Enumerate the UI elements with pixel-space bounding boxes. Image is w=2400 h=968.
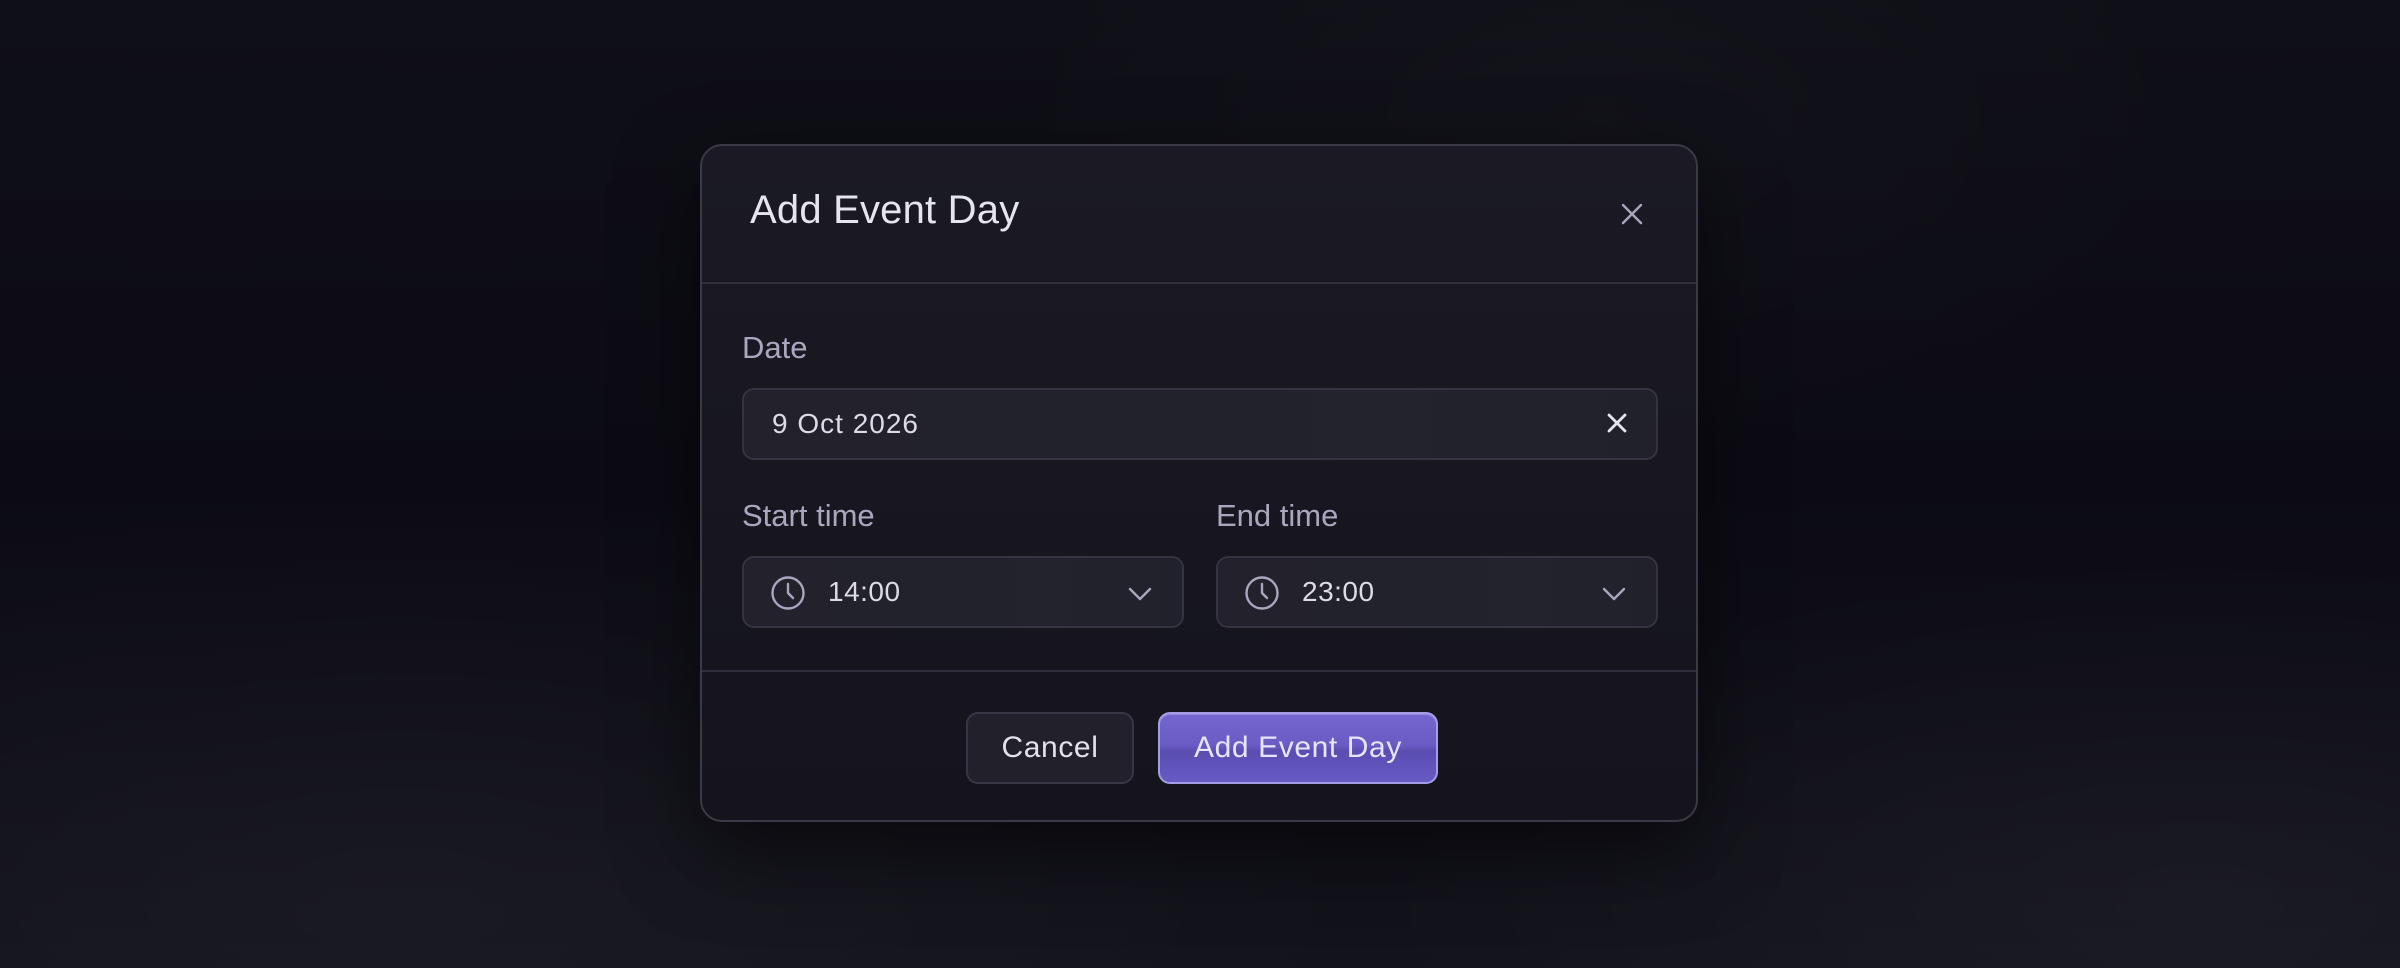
footer-divider: [702, 670, 1696, 672]
chevron-down-icon: [1602, 587, 1626, 601]
cancel-button[interactable]: Cancel: [966, 712, 1134, 784]
end-time-value: 23:00: [1302, 576, 1375, 607]
start-time-select[interactable]: 14:00: [742, 556, 1184, 628]
dialog-title: Add Event Day: [750, 188, 1020, 232]
close-button[interactable]: [1616, 198, 1648, 230]
date-label: Date: [742, 330, 808, 365]
start-time-label: Start time: [742, 498, 875, 533]
chevron-down-icon: [1128, 587, 1152, 601]
close-icon: [1621, 203, 1643, 225]
clear-date-button[interactable]: [1604, 410, 1630, 436]
dialog-header: Add Event Day: [702, 146, 1696, 284]
start-time-value: 14:00: [828, 576, 901, 607]
end-time-select[interactable]: 23:00: [1216, 556, 1658, 628]
date-input[interactable]: 9 Oct 2026: [742, 388, 1658, 460]
add-event-day-button[interactable]: Add Event Day: [1158, 712, 1438, 784]
clock-icon: [771, 576, 805, 610]
date-value: 9 Oct 2026: [772, 408, 919, 439]
add-event-day-dialog: Add Event Day Date 9 Oct 2026 Start time…: [700, 144, 1698, 822]
clear-icon: [1607, 413, 1627, 433]
end-time-label: End time: [1216, 498, 1339, 533]
clock-icon: [1245, 576, 1279, 610]
